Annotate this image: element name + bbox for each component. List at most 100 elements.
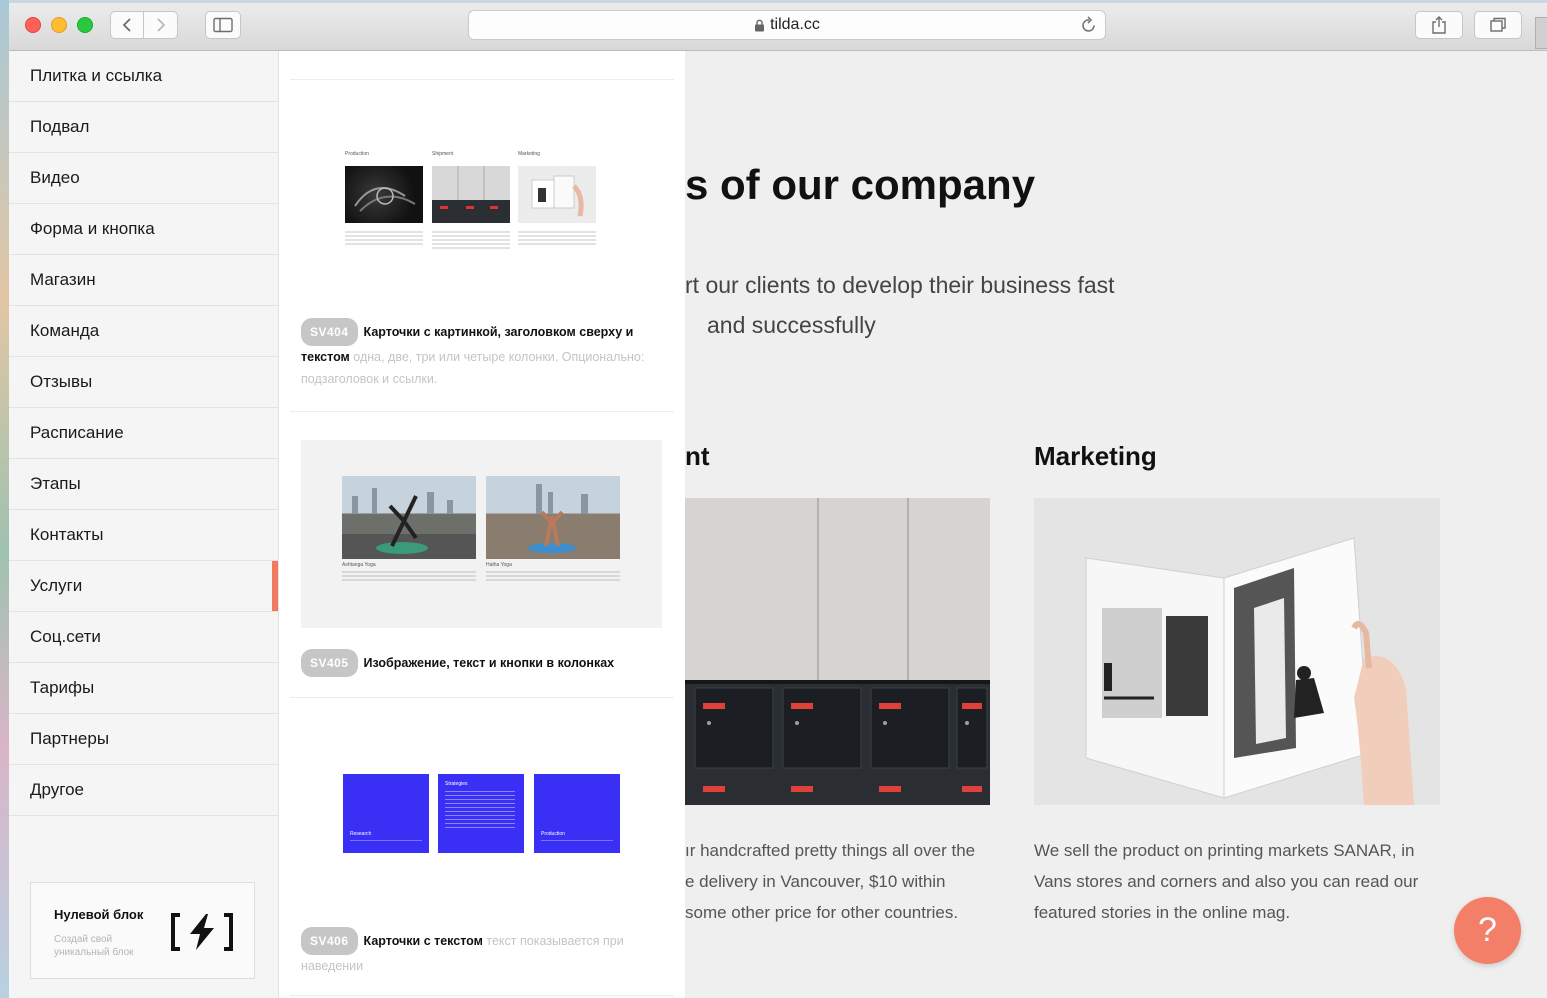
page-preview: s of our company rt our clients to devel…: [685, 51, 1547, 998]
preview-label: Shipment: [432, 151, 454, 157]
menu-item-social[interactable]: Соц.сети: [9, 612, 278, 663]
block-preview-sv406[interactable]: Research Strategies Production: [343, 774, 623, 854]
browser-toolbar: tilda.cc: [9, 3, 1547, 51]
preview-line: [541, 840, 613, 841]
back-button[interactable]: [110, 11, 144, 39]
preview-image: [486, 476, 620, 559]
block-preview-sv405[interactable]: Ashtanga Yoga Hatha Yoga: [301, 440, 662, 628]
preview-card: Strategies: [438, 774, 524, 853]
chevron-left-icon: [122, 18, 131, 32]
menu-item-label: Расписание: [30, 423, 124, 442]
preview-text-lines: [518, 231, 596, 245]
preview-image: [432, 166, 510, 223]
block-title: Карточки с текстом: [363, 934, 483, 948]
menu-item-label: Форма и кнопка: [30, 219, 155, 238]
menu-item-label: Видео: [30, 168, 80, 187]
preview-image: [345, 166, 423, 223]
preview-image: [342, 476, 476, 559]
menu-item-video[interactable]: Видео: [9, 153, 278, 204]
chevron-right-icon: [156, 18, 165, 32]
desktop-background-edge: [0, 0, 9, 998]
text-line: some other price for other countries.: [685, 903, 959, 922]
page-subheading: rt our clients to develop their business…: [685, 272, 1115, 298]
sidebar-toggle-button[interactable]: [205, 11, 241, 39]
text-line: We sell the product on printing markets …: [1034, 841, 1415, 860]
preview-text-lines: [486, 571, 620, 581]
window-edge-control: [1535, 17, 1547, 49]
menu-item-other[interactable]: Другое: [9, 765, 278, 816]
text-line: ır handcrafted pretty things all over th…: [685, 841, 976, 860]
help-button[interactable]: ?: [1454, 897, 1521, 964]
marketing-text: We sell the product on printing markets …: [1034, 835, 1418, 928]
block-code-badge: SV406: [301, 927, 358, 955]
preview-card: Production: [534, 774, 620, 853]
menu-item-label: Другое: [30, 780, 85, 799]
reload-icon[interactable]: [1081, 16, 1097, 39]
divider: [290, 697, 674, 698]
menu-item-form[interactable]: Форма и кнопка: [9, 204, 278, 255]
column-title-marketing: Marketing: [1034, 441, 1157, 471]
block-preview-sv404[interactable]: Production Shipment Marketing: [345, 151, 615, 261]
menu-item-shop[interactable]: Магазин: [9, 255, 278, 306]
menu-item-contacts[interactable]: Контакты: [9, 510, 278, 561]
preview-card: Research: [343, 774, 429, 853]
forward-button[interactable]: [144, 11, 178, 39]
block-caption-sv405[interactable]: SV405 Изображение, текст и кнопки в колон…: [301, 649, 661, 677]
share-icon: [1432, 16, 1446, 34]
menu-item-label: Магазин: [30, 270, 96, 289]
menu-item-label: Отзывы: [30, 372, 93, 391]
lightning-bracket-icon: [171, 913, 233, 951]
preview-label: Production: [541, 831, 565, 837]
menu-item-partners[interactable]: Партнеры: [9, 714, 278, 765]
menu-item-tiles[interactable]: Плитка и ссылка: [9, 51, 278, 102]
divider: [290, 79, 674, 80]
page-subheading-line2: and successfully: [707, 312, 876, 338]
menu-item-label: Подвал: [30, 117, 90, 136]
menu-item-label: Контакты: [30, 525, 104, 544]
tab-overview-button[interactable]: [1474, 11, 1522, 39]
preview-text-lines: [445, 791, 515, 831]
minimize-window-button[interactable]: [51, 17, 67, 33]
preview-label: Marketing: [518, 151, 540, 157]
menu-item-team[interactable]: Команда: [9, 306, 278, 357]
divider: [290, 995, 674, 996]
block-caption-sv404[interactable]: SV404 Карточки с картинкой, заголовком св…: [301, 318, 661, 390]
menu-item-schedule[interactable]: Расписание: [9, 408, 278, 459]
sidebar-icon: [213, 17, 233, 33]
menu-item-footer[interactable]: Подвал: [9, 102, 278, 153]
menu-item-label: Партнеры: [30, 729, 110, 748]
text-line: featured stories in the online mag.: [1034, 903, 1291, 922]
zero-block-subtitle: Создай свой уникальный блок: [54, 934, 134, 958]
shipment-text: ır handcrafted pretty things all over th…: [685, 835, 975, 928]
preview-label: Hatha Yoga: [486, 562, 512, 568]
address-bar[interactable]: tilda.cc: [468, 10, 1106, 40]
share-button[interactable]: [1415, 11, 1463, 39]
zero-block-button[interactable]: Нулевой блок Создай свой уникальный блок: [30, 882, 255, 979]
zero-block-title: Нулевой блок: [54, 907, 144, 922]
preview-text-lines: [432, 231, 510, 249]
menu-item-pricing[interactable]: Тарифы: [9, 663, 278, 714]
preview-label: Ashtanga Yoga: [342, 562, 376, 568]
block-caption-sv406[interactable]: SV406 Карточки с текстом текст показывает…: [301, 927, 661, 977]
menu-item-label: Соц.сети: [30, 627, 101, 646]
menu-item-label: Тарифы: [30, 678, 95, 697]
marketing-photo: [1034, 498, 1440, 805]
menu-item-reviews[interactable]: Отзывы: [9, 357, 278, 408]
zoom-window-button[interactable]: [77, 17, 93, 33]
preview-label: Production: [345, 151, 369, 157]
block-category-menu: Плитка и ссылка Подвал Видео Форма и кно…: [9, 51, 279, 998]
text-line: Vans stores and corners and also you can…: [1034, 872, 1419, 891]
menu-item-services[interactable]: Услуги: [9, 561, 278, 612]
menu-item-steps[interactable]: Этапы: [9, 459, 278, 510]
page-headline: s of our company: [685, 161, 1036, 208]
preview-text-lines: [345, 231, 423, 245]
lock-icon: [754, 19, 765, 32]
menu-item-label: Команда: [30, 321, 100, 340]
close-window-button[interactable]: [25, 17, 41, 33]
block-list-panel: Production Shipment Marketing SV404 Карто…: [279, 51, 685, 998]
menu-item-label: Плитка и ссылка: [30, 66, 163, 85]
column-title-shipment: nt: [685, 441, 710, 471]
preview-line: [350, 840, 422, 841]
block-title: Изображение, текст и кнопки в колонках: [363, 656, 615, 670]
block-description: одна, две, три или четыре колонки. Опцио…: [301, 350, 645, 386]
